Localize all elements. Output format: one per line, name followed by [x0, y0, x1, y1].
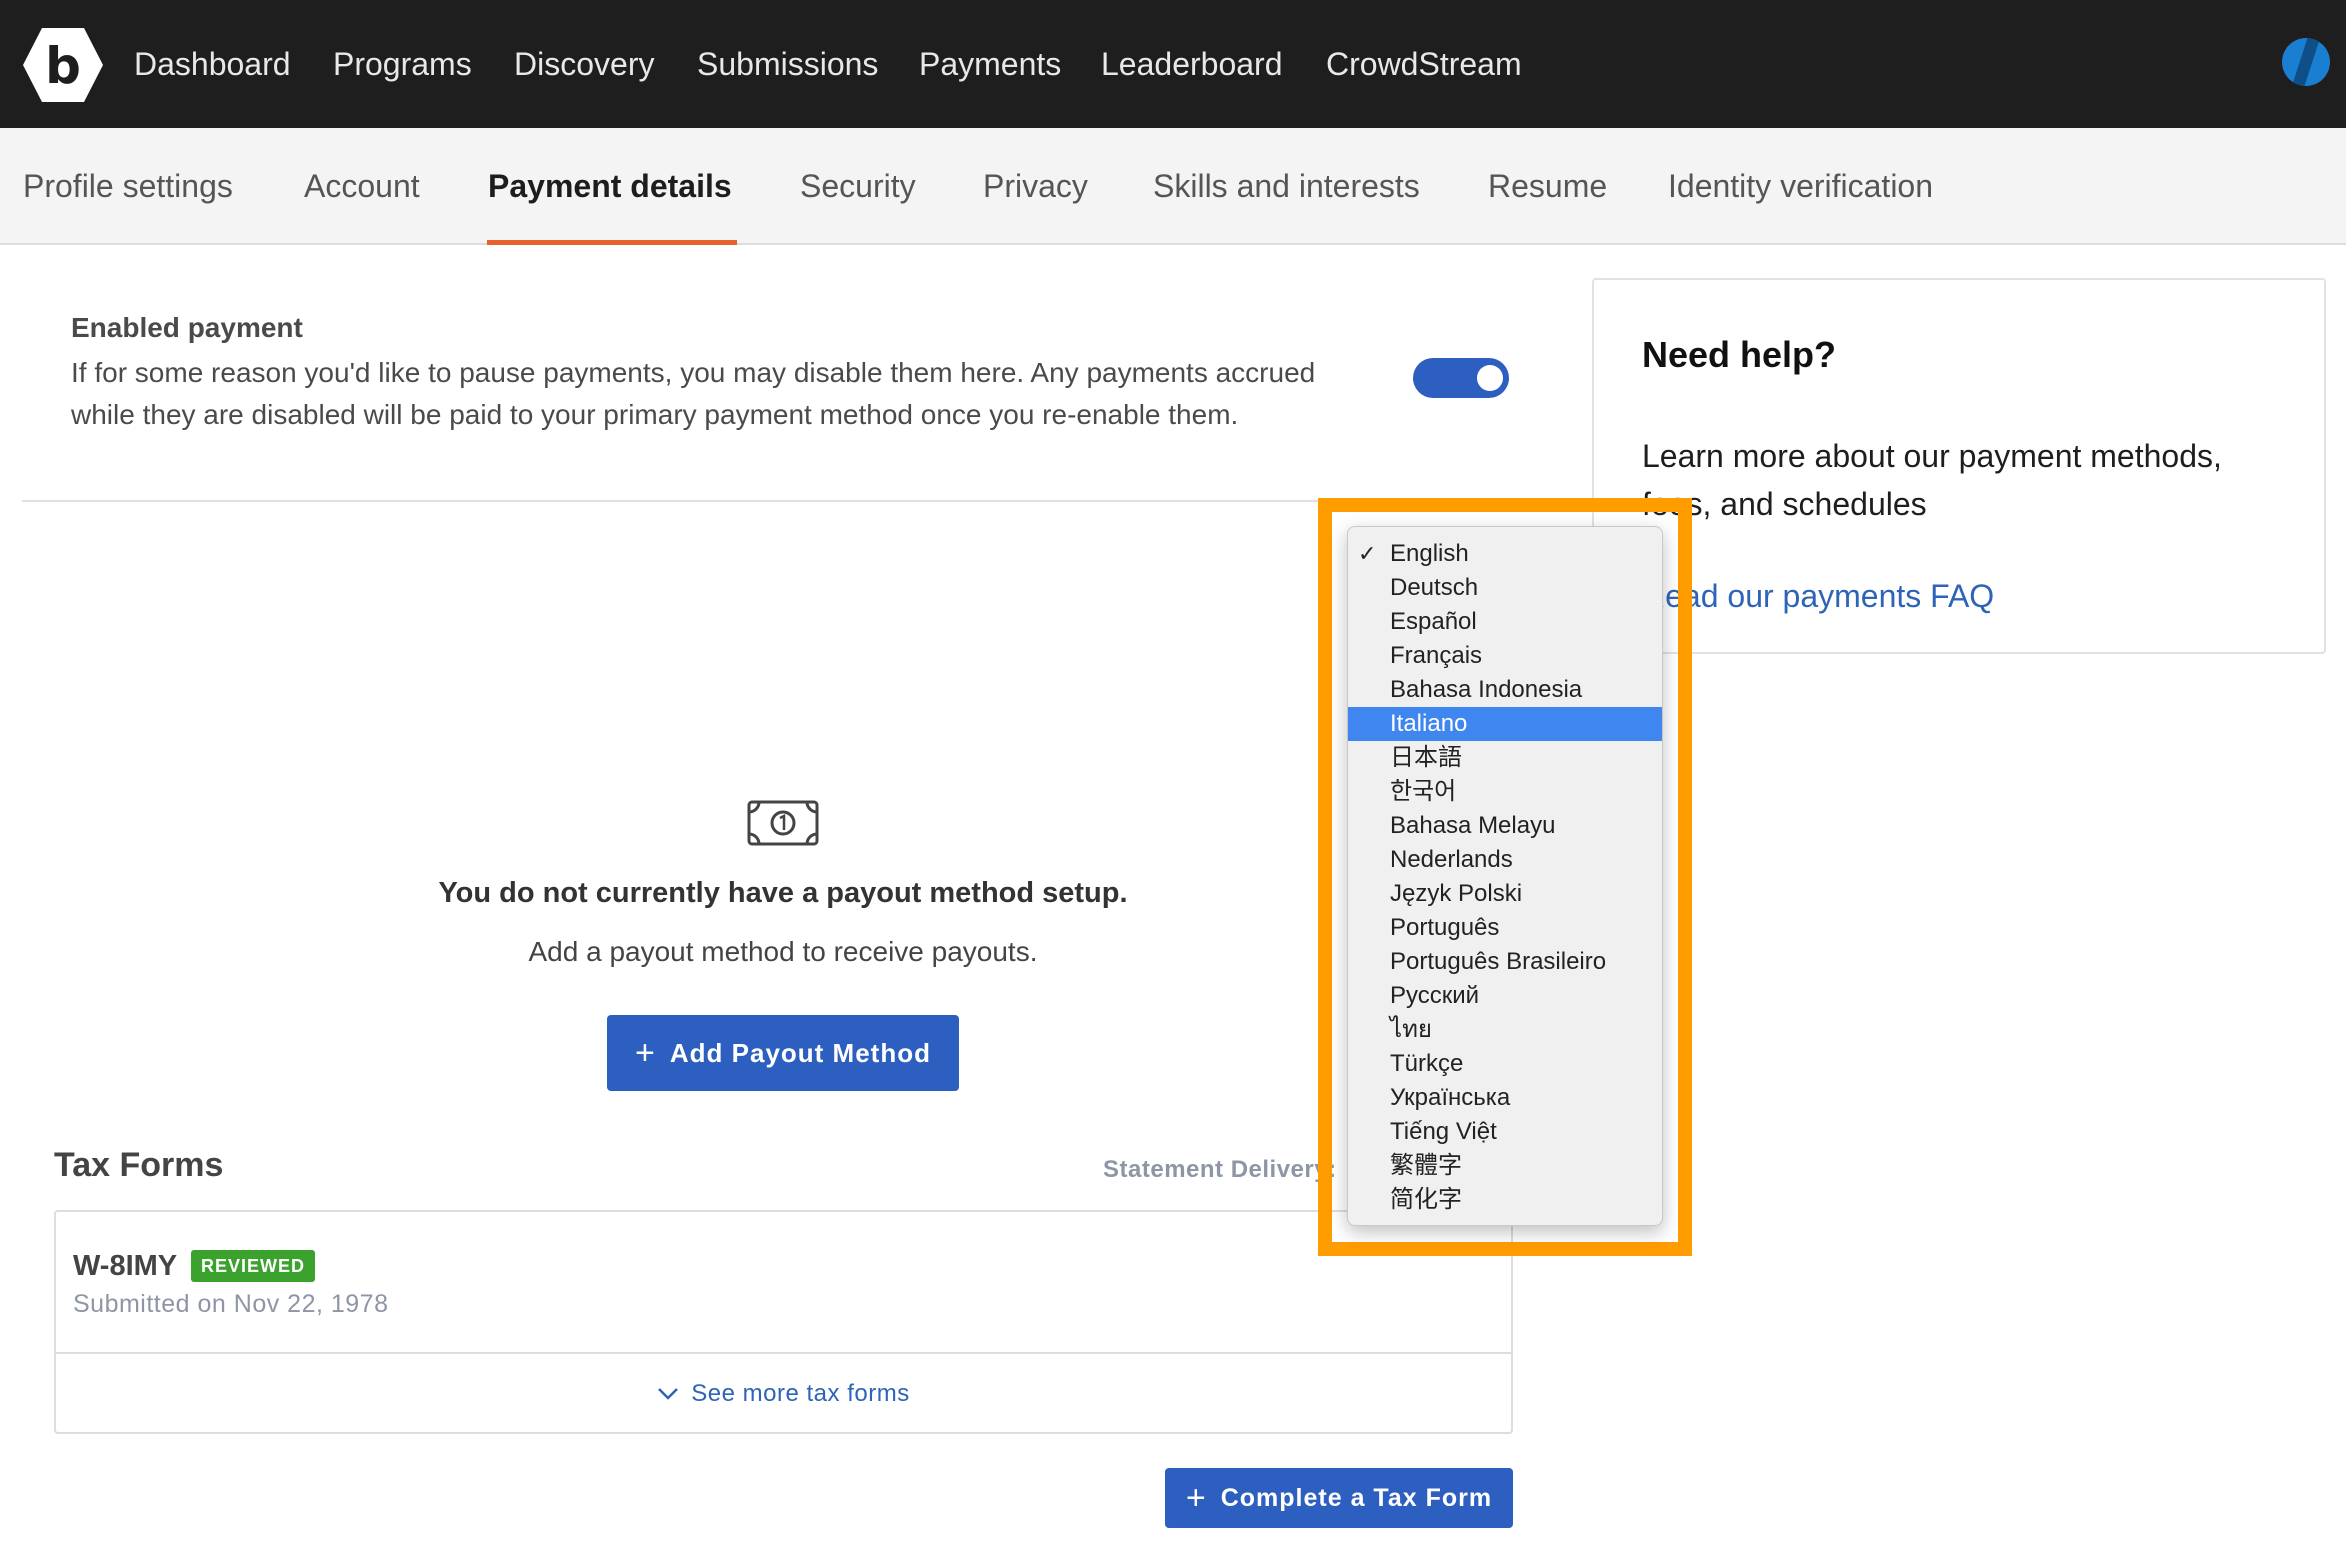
language-option[interactable]: Русский: [1348, 979, 1662, 1013]
tax-card-divider: [56, 1352, 1511, 1354]
add-payout-method-button[interactable]: + Add Payout Method: [607, 1015, 959, 1091]
language-option[interactable]: Język Polski: [1348, 877, 1662, 911]
language-option[interactable]: Tiếng Việt: [1348, 1115, 1662, 1149]
nav-discovery[interactable]: Discovery: [514, 40, 654, 88]
language-option[interactable]: Nederlands: [1348, 843, 1662, 877]
settings-tabs: Profile settings Account Payment details…: [0, 128, 2346, 245]
toggle-knob: [1477, 365, 1503, 391]
tab-resume[interactable]: Resume: [1488, 164, 1607, 208]
plus-icon: +: [635, 1034, 656, 1072]
see-more-tax-forms-link[interactable]: See more tax forms: [56, 1380, 1511, 1408]
language-option-label: 한국어: [1390, 778, 1457, 805]
statement-delivery-label: Statement Delivery:: [1103, 1156, 1337, 1183]
language-option-label: Język Polski: [1390, 880, 1523, 907]
top-navigation: b Dashboard Programs Discovery Submissio…: [0, 0, 2346, 128]
language-option-label: Tiếng Việt: [1390, 1118, 1497, 1145]
nav-submissions[interactable]: Submissions: [697, 40, 878, 88]
language-option-label: Türkçe: [1390, 1050, 1464, 1077]
language-option[interactable]: 繁體字: [1348, 1149, 1662, 1183]
language-option[interactable]: Português Brasileiro: [1348, 945, 1662, 979]
language-option[interactable]: Deutsch: [1348, 571, 1662, 605]
language-option-label: ไทย: [1390, 1016, 1432, 1043]
enabled-payment-title: Enabled payment: [71, 312, 303, 343]
nav-dashboard[interactable]: Dashboard: [134, 40, 291, 88]
money-bill-icon: [747, 800, 819, 846]
tab-security[interactable]: Security: [800, 164, 916, 208]
section-divider: [22, 500, 1517, 502]
language-option-label: Bahasa Melayu: [1390, 812, 1556, 839]
language-option-label: Українська: [1390, 1084, 1511, 1111]
nav-programs[interactable]: Programs: [333, 40, 472, 88]
language-option-label: 日本語: [1390, 744, 1462, 771]
language-option[interactable]: Türkçe: [1348, 1047, 1662, 1081]
active-tab-indicator: [487, 240, 737, 245]
help-title: Need help?: [1642, 334, 1837, 375]
nav-payments[interactable]: Payments: [919, 40, 1061, 88]
bugcrowd-logo-icon[interactable]: b: [22, 26, 104, 104]
plus-icon: +: [1185, 1479, 1207, 1517]
language-option[interactable]: Українська: [1348, 1081, 1662, 1115]
language-option-label: Deutsch: [1390, 574, 1479, 601]
svg-text:b: b: [45, 37, 81, 95]
tax-form-name: W-8IMY: [73, 1250, 178, 1282]
nav-leaderboard[interactable]: Leaderboard: [1101, 40, 1282, 88]
enabled-payment-description: If for some reason you'd like to pause p…: [71, 357, 1316, 430]
nav-crowdstream[interactable]: CrowdStream: [1326, 40, 1522, 88]
language-option[interactable]: Português: [1348, 911, 1662, 945]
language-option[interactable]: 简化字: [1348, 1183, 1662, 1217]
language-option[interactable]: Français: [1348, 639, 1662, 673]
add-payout-method-label: Add Payout Method: [669, 1037, 931, 1068]
language-option-label: Italiano: [1390, 710, 1468, 737]
user-avatar[interactable]: [2282, 38, 2330, 86]
language-option-label: Nederlands: [1390, 846, 1513, 873]
language-option-label: Português Brasileiro: [1390, 948, 1607, 975]
tab-account[interactable]: Account: [304, 164, 420, 208]
language-option-label: Русский: [1390, 982, 1480, 1009]
language-option-label: 繁體字: [1390, 1152, 1462, 1179]
payments-faq-link[interactable]: Read our payments FAQ: [1642, 578, 1994, 615]
language-option-label: Español: [1390, 608, 1477, 635]
tab-skills-and-interests[interactable]: Skills and interests: [1153, 164, 1420, 208]
chevron-down-icon: [657, 1380, 679, 1408]
help-text: Learn more about our payment methods, fe…: [1642, 438, 2222, 522]
language-option-label: Français: [1390, 642, 1483, 669]
language-option-label: Português: [1390, 914, 1500, 941]
language-option[interactable]: ✓ English: [1348, 537, 1662, 571]
complete-tax-form-label: Complete a Tax Form: [1220, 1483, 1493, 1512]
tab-profile-settings[interactable]: Profile settings: [23, 164, 233, 208]
language-option[interactable]: Bahasa Indonesia: [1348, 673, 1662, 707]
language-option-label: Bahasa Indonesia: [1390, 676, 1583, 703]
tax-form-submitted-date: Submitted on Nov 22, 1978: [73, 1290, 389, 1318]
enabled-payment-toggle[interactable]: [1413, 358, 1509, 398]
see-more-label: See more tax forms: [691, 1380, 910, 1407]
tax-forms-card: W-8IMY REVIEWED Submitted on Nov 22, 197…: [54, 1210, 1513, 1434]
language-option[interactable]: ไทย: [1348, 1013, 1662, 1047]
complete-tax-form-button[interactable]: + Complete a Tax Form: [1165, 1468, 1513, 1528]
language-option[interactable]: Español: [1348, 605, 1662, 639]
language-option[interactable]: 日本語: [1348, 741, 1662, 775]
tax-forms-title: Tax Forms: [54, 1146, 224, 1184]
status-badge: REVIEWED: [191, 1250, 316, 1282]
language-option[interactable]: Bahasa Melayu: [1348, 809, 1662, 843]
language-option[interactable]: Italiano: [1348, 707, 1662, 741]
tab-privacy[interactable]: Privacy: [983, 164, 1088, 208]
tab-payment-details[interactable]: Payment details: [488, 164, 732, 208]
language-option-label: English: [1390, 540, 1469, 567]
help-card: Need help? Learn more about our payment …: [1592, 278, 2326, 654]
checkmark-icon: ✓: [1358, 541, 1377, 566]
language-option[interactable]: 한국어: [1348, 775, 1662, 809]
language-option-label: 简化字: [1390, 1186, 1462, 1213]
tab-identity-verification[interactable]: Identity verification: [1668, 164, 1933, 208]
language-dropdown[interactable]: ✓ English Deutsch Español Français Bahasa Ind…: [1347, 526, 1663, 1226]
